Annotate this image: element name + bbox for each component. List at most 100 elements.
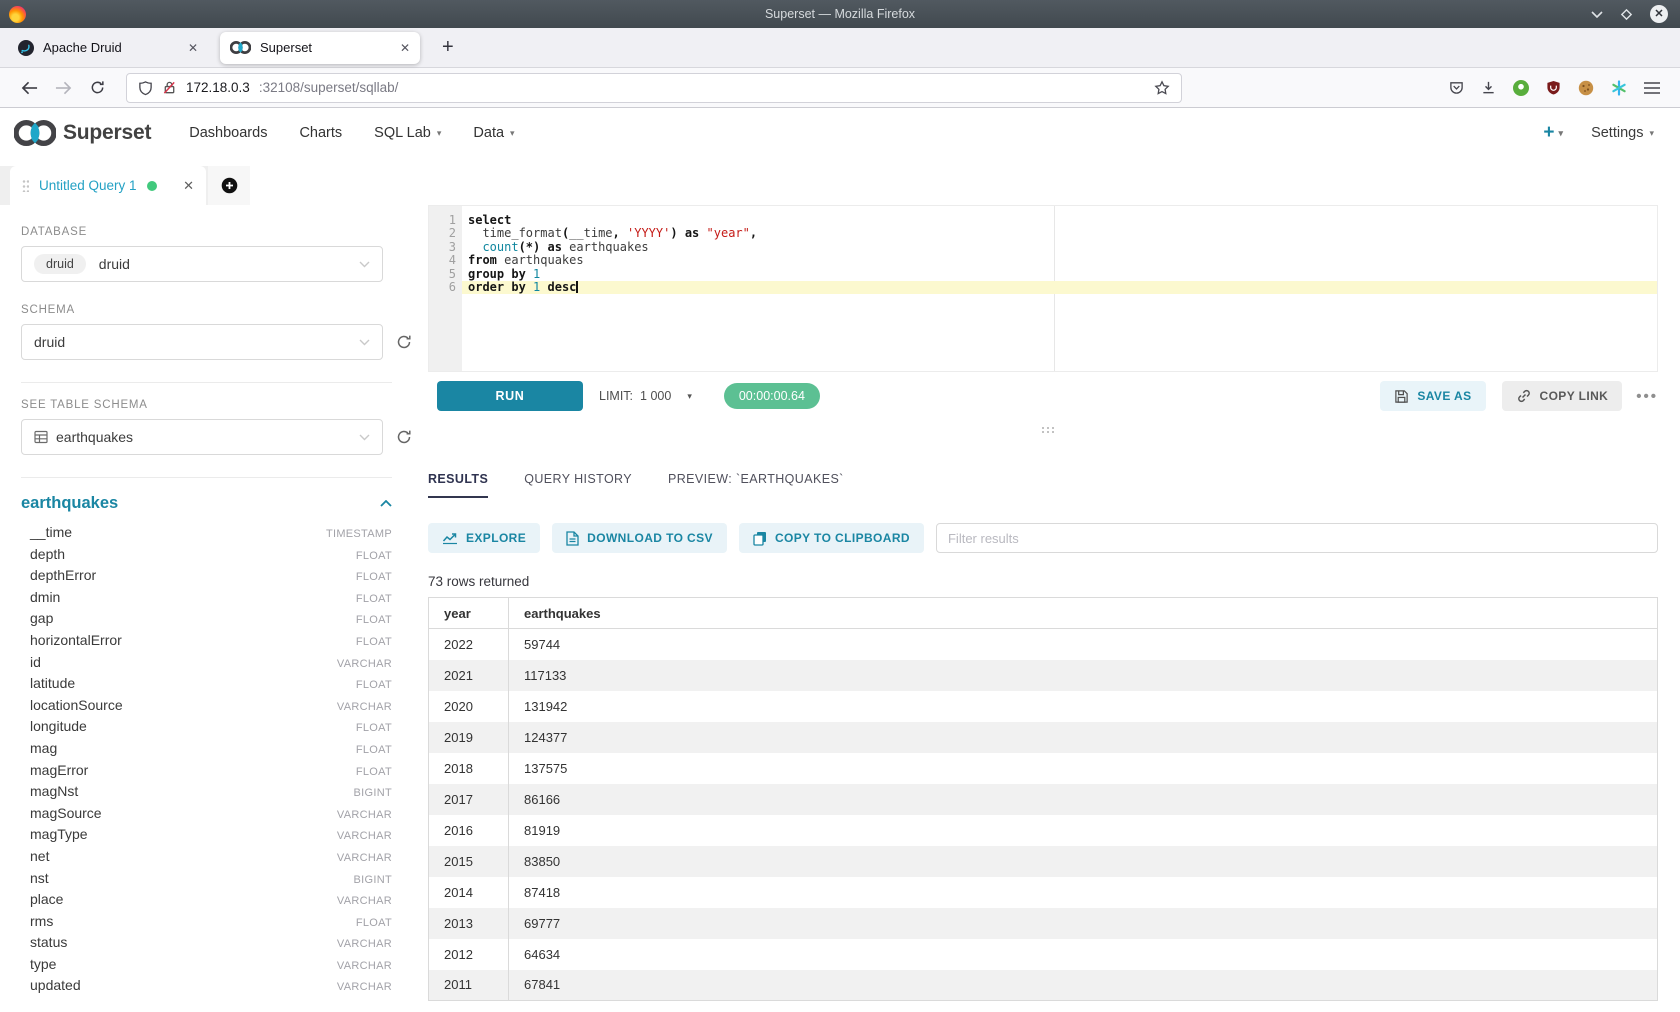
close-query-tab-icon[interactable]: ✕	[183, 178, 194, 194]
bookmark-star-icon[interactable]	[1154, 80, 1170, 96]
divider	[21, 382, 392, 383]
nav-item[interactable]: Data ▾	[457, 125, 530, 141]
table-row: 2022 59744	[429, 629, 1658, 660]
nav-item[interactable]: SQL Lab ▾	[358, 125, 457, 141]
nav-item[interactable]: Charts	[283, 125, 358, 141]
extension-green-icon[interactable]	[1513, 80, 1529, 96]
add-query-tab-button[interactable]	[208, 166, 250, 205]
close-tab-icon[interactable]: ✕	[188, 41, 198, 55]
explore-button[interactable]: EXPLORE	[428, 523, 540, 553]
column-name: nst	[30, 870, 49, 886]
maximize-button[interactable]	[1620, 8, 1633, 21]
column-type: FLOAT	[356, 722, 392, 734]
code-line[interactable]: group by 1	[462, 268, 1657, 281]
code-line[interactable]: time_format(__time, 'YYYY') as "year",	[462, 227, 1657, 240]
drag-handle-icon[interactable]	[22, 179, 29, 192]
refresh-schema-icon[interactable]	[396, 334, 412, 350]
ublock-shield-icon[interactable]	[1546, 80, 1561, 95]
query-tab[interactable]: Untitled Query 1 ✕	[10, 166, 206, 205]
cell-earthquakes: 81919	[509, 815, 1658, 846]
column-type: VARCHAR	[337, 981, 392, 993]
cell-year: 2015	[429, 846, 509, 877]
code-line[interactable]: count(*) as earthquakes	[462, 241, 1657, 254]
run-button[interactable]: RUN	[437, 381, 583, 411]
column-name: __time	[30, 524, 72, 540]
browser-tab-apache-druid[interactable]: Apache Druid ✕	[8, 32, 208, 64]
table-select[interactable]: earthquakes	[21, 419, 383, 455]
more-actions-button[interactable]: •••	[1636, 388, 1658, 405]
code-line[interactable]: order by 1 desc	[462, 281, 1657, 294]
container-asterisk-icon[interactable]	[1611, 80, 1627, 96]
cell-earthquakes: 117133	[509, 660, 1658, 691]
chevron-down-icon	[359, 434, 370, 441]
refresh-table-icon[interactable]	[396, 429, 412, 445]
minimize-button[interactable]	[1591, 11, 1603, 18]
table-row: 2015 83850	[429, 846, 1658, 877]
new-item-button[interactable]: + ▾	[1543, 122, 1563, 144]
editor-code[interactable]: select time_format(__time, 'YYYY') as "y…	[462, 206, 1657, 371]
nav-item[interactable]: Dashboards	[173, 125, 283, 141]
query-timer-badge: 00:00:00.64	[724, 383, 820, 409]
results-tab[interactable]: QUERY HISTORY	[524, 472, 632, 498]
results-tab[interactable]: PREVIEW: `EARTHQUAKES`	[668, 472, 844, 498]
table-schema-title[interactable]: earthquakes	[21, 494, 118, 513]
reload-button[interactable]	[80, 80, 114, 95]
column-row: magError FLOAT	[21, 762, 392, 784]
new-tab-button[interactable]: +	[432, 36, 464, 59]
back-button[interactable]	[12, 81, 46, 95]
window-titlebar[interactable]: Superset — Mozilla Firefox ✕	[0, 0, 1680, 28]
column-type: FLOAT	[356, 593, 392, 605]
close-button[interactable]: ✕	[1650, 5, 1668, 23]
code-line[interactable]: select	[462, 214, 1657, 227]
pane-splitter[interactable]	[428, 420, 1658, 436]
save-as-button[interactable]: SAVE AS	[1380, 381, 1485, 411]
insecure-lock-icon[interactable]	[162, 80, 177, 95]
copy-link-button[interactable]: COPY LINK	[1502, 381, 1623, 411]
forward-button[interactable]	[46, 81, 80, 95]
table-row: 2013 69777	[429, 908, 1658, 939]
status-dot	[147, 181, 157, 191]
schema-select[interactable]: druid	[21, 324, 383, 360]
copy-clipboard-button[interactable]: COPY TO CLIPBOARD	[739, 523, 924, 553]
cookie-icon[interactable]	[1578, 80, 1594, 96]
url-bar[interactable]: 172.18.0.3:32108/superset/sqllab/	[126, 73, 1182, 103]
splitter-grip-icon[interactable]	[1042, 427, 1044, 429]
column-row: depthError FLOAT	[21, 567, 392, 589]
explore-label: EXPLORE	[466, 531, 526, 545]
column-header-earthquakes[interactable]: earthquakes	[509, 598, 1658, 629]
browser-tab-superset[interactable]: Superset ✕	[220, 32, 420, 64]
table-row: 2019 124377	[429, 722, 1658, 753]
collapse-chevron-up-icon[interactable]	[380, 500, 392, 507]
code-line[interactable]: from earthquakes	[462, 254, 1657, 267]
downloads-icon[interactable]	[1481, 80, 1496, 95]
cell-year: 2022	[429, 629, 509, 660]
column-row: magType VARCHAR	[21, 826, 392, 848]
column-name: gap	[30, 610, 53, 626]
settings-menu[interactable]: Settings ▾	[1591, 125, 1654, 141]
close-icon: ✕	[1654, 9, 1663, 20]
download-csv-button[interactable]: DOWNLOAD TO CSV	[552, 523, 727, 553]
table-row: 2017 86166	[429, 784, 1658, 815]
results-tab[interactable]: RESULTS	[428, 472, 488, 498]
schema-label: SCHEMA	[21, 304, 412, 316]
column-type: FLOAT	[356, 744, 392, 756]
database-type-pill: druid	[34, 254, 86, 274]
table-value: earthquakes	[56, 429, 133, 445]
column-name: horizontalError	[30, 632, 122, 648]
menu-hamburger-icon[interactable]	[1644, 82, 1660, 94]
sql-editor[interactable]: 123456 select time_format(__time, 'YYYY'…	[428, 205, 1658, 372]
filter-results-input[interactable]	[936, 523, 1658, 553]
settings-label: Settings	[1591, 125, 1643, 141]
column-header-year[interactable]: year	[429, 598, 509, 629]
pocket-icon[interactable]	[1449, 80, 1464, 95]
column-name: id	[30, 654, 41, 670]
close-tab-icon[interactable]: ✕	[400, 41, 410, 55]
brand-name[interactable]: Superset	[63, 121, 151, 145]
table-grid-icon	[34, 430, 48, 444]
results-tab-label: QUERY HISTORY	[524, 472, 632, 486]
database-select[interactable]: druid druid	[21, 246, 383, 282]
results-tab-label: RESULTS	[428, 472, 488, 486]
column-row: nst BIGINT	[21, 870, 392, 892]
limit-control[interactable]: LIMIT: 1 000 ▾	[599, 389, 692, 403]
shield-icon[interactable]	[138, 80, 153, 96]
